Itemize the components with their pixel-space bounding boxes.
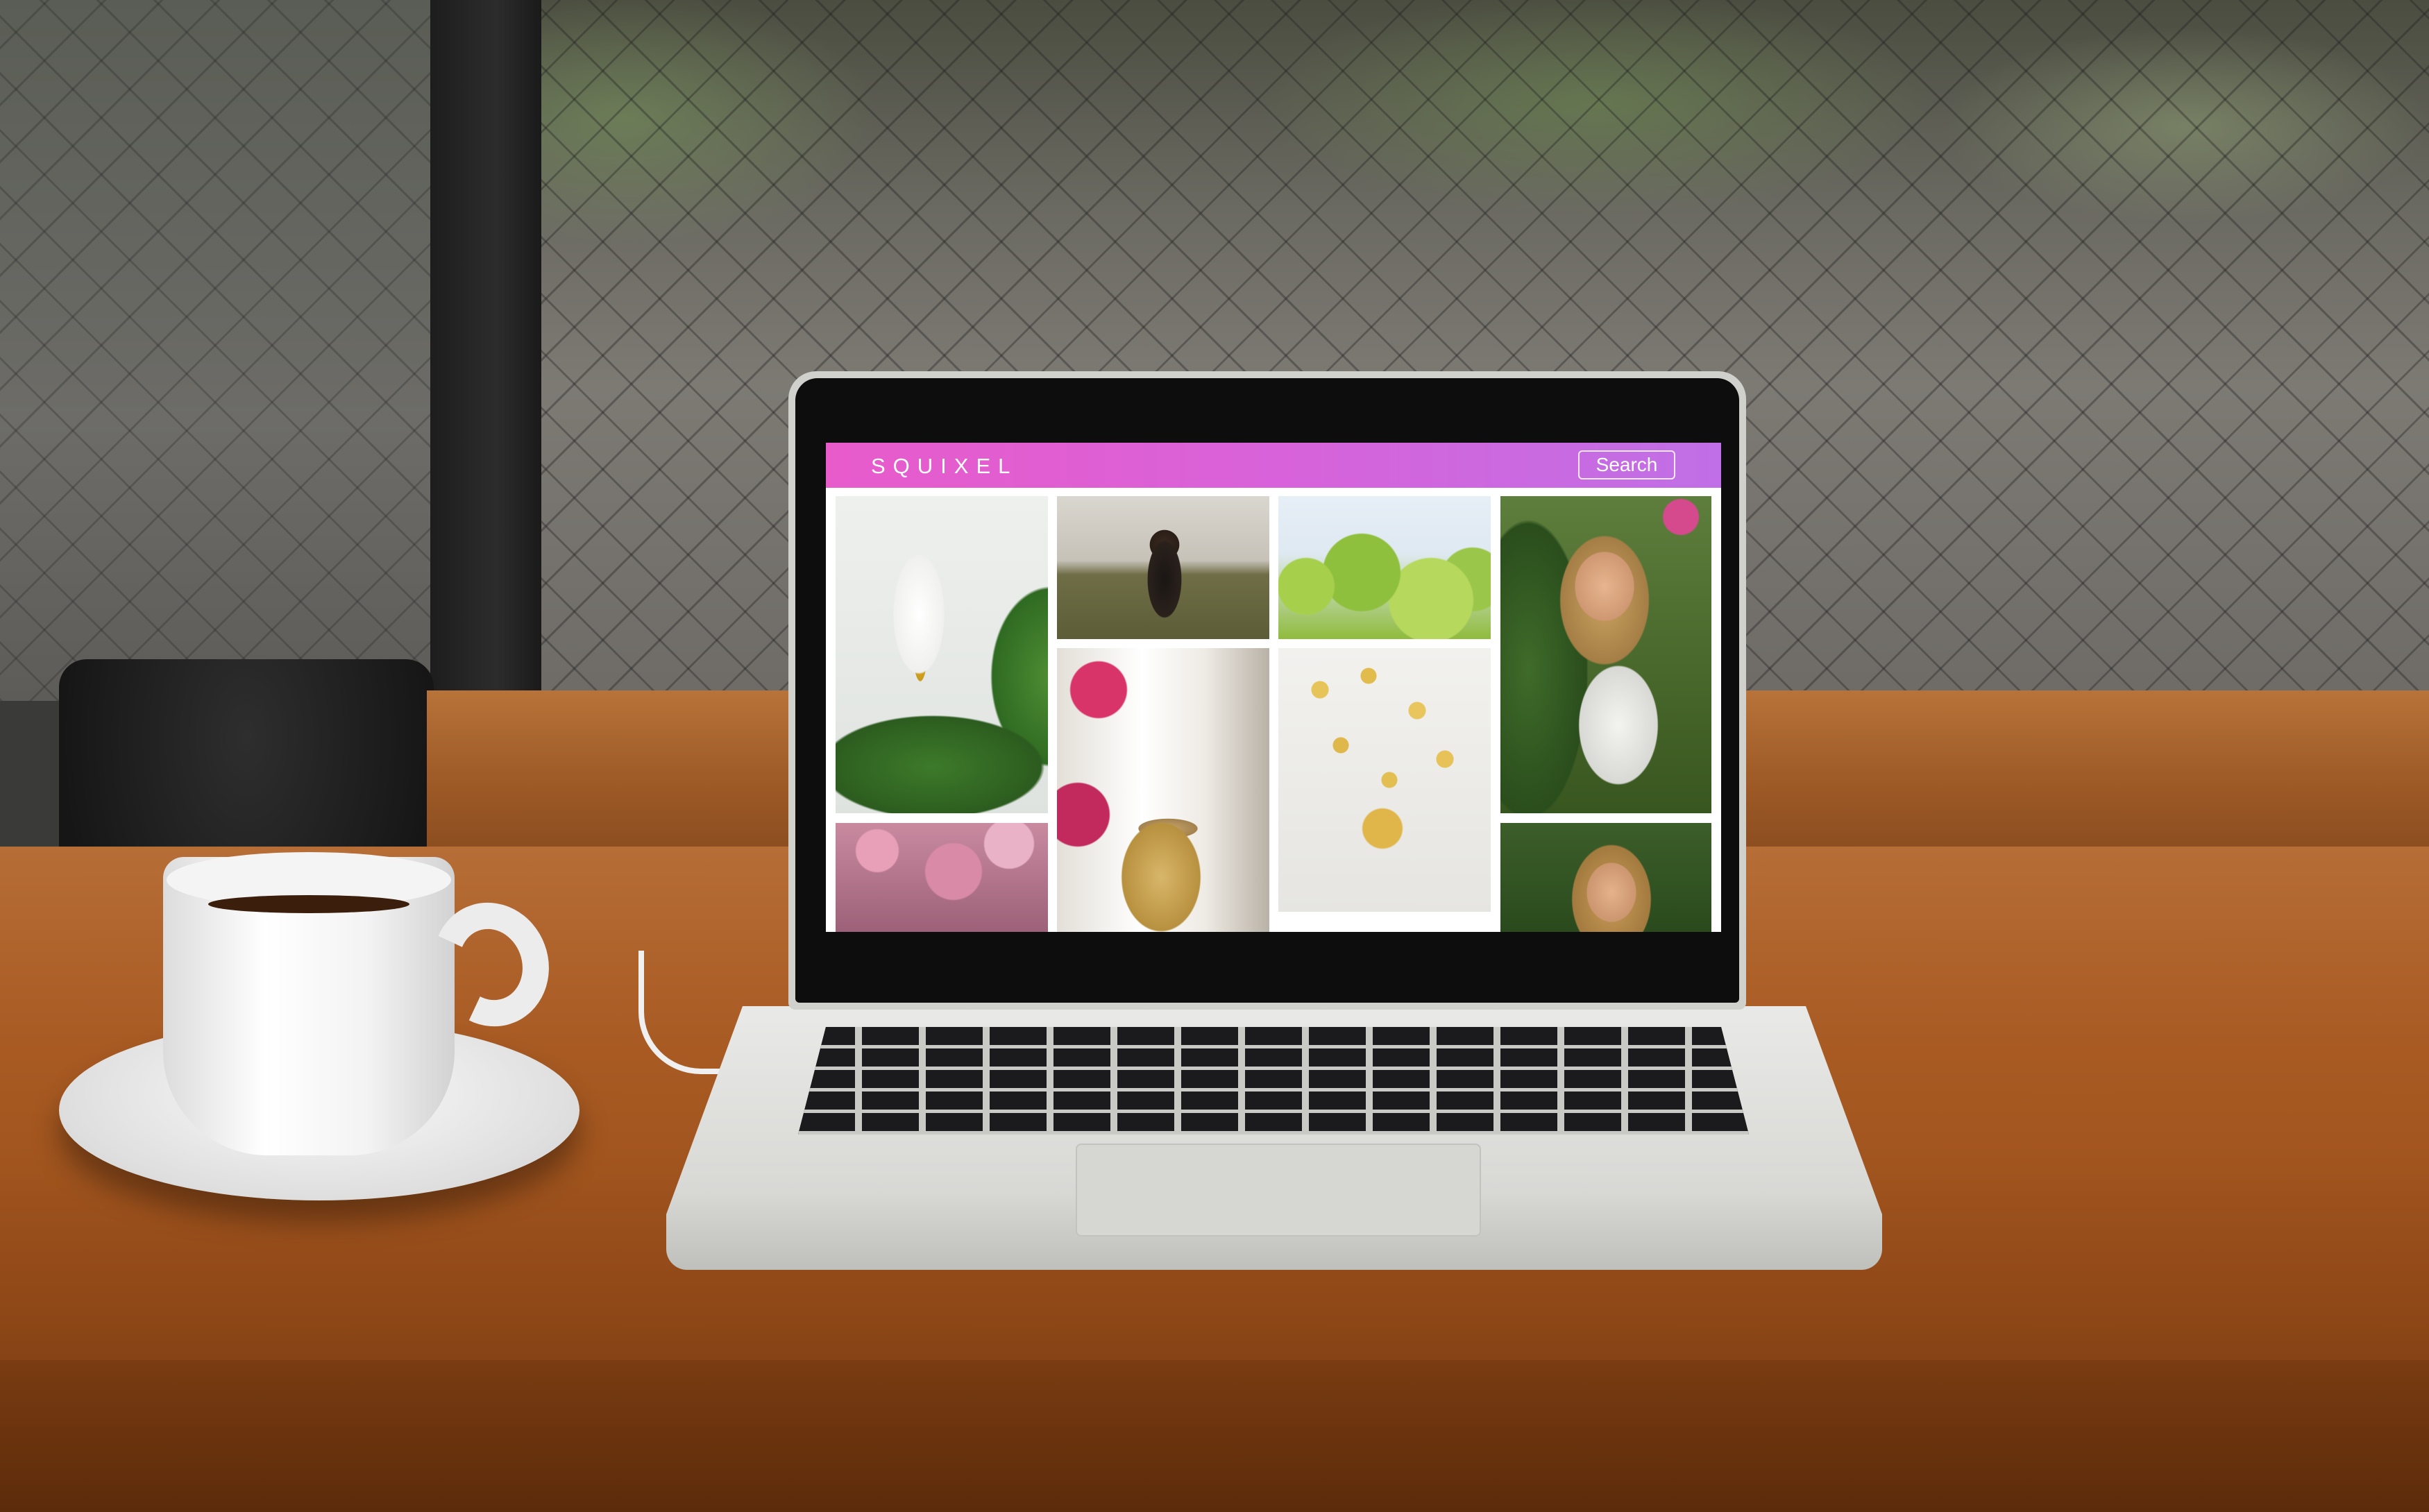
table-edge: [0, 1360, 2429, 1512]
laptop-trackpad[interactable]: [1076, 1144, 1481, 1237]
gallery-tile[interactable]: [1057, 496, 1269, 639]
woman-hat-street-photo: [1057, 648, 1269, 932]
window-frame: [430, 0, 541, 694]
green-leaves-photo: [1278, 496, 1491, 639]
search-button[interactable]: Search: [1578, 450, 1675, 479]
gallery-tile[interactable]: [1278, 496, 1491, 639]
coffee: [208, 895, 409, 913]
background-left-window: [0, 0, 430, 701]
brand-logo[interactable]: SQUIXEL: [871, 454, 1017, 479]
gallery-tile[interactable]: [1500, 823, 1711, 932]
pink-blossoms-photo: [836, 823, 1048, 932]
keyboard-rows: [798, 1027, 1749, 1135]
gallery-tile[interactable]: [836, 496, 1048, 813]
yellow-petals-photo: [1278, 648, 1491, 912]
woman-field-photo: [1057, 496, 1269, 639]
gallery-tile[interactable]: [1278, 648, 1491, 912]
app-header: SQUIXEL Search: [826, 443, 1721, 488]
gallery-tile[interactable]: [1057, 648, 1269, 932]
gallery-tile[interactable]: [1500, 496, 1711, 813]
woman-greenery-photo: [1500, 823, 1711, 932]
gallery-tile[interactable]: [836, 823, 1048, 932]
lily-leaf-photo: [836, 496, 1048, 813]
laptop-screen: SQUIXEL Search: [826, 443, 1721, 932]
woman-flowers-photo: [1500, 496, 1711, 813]
